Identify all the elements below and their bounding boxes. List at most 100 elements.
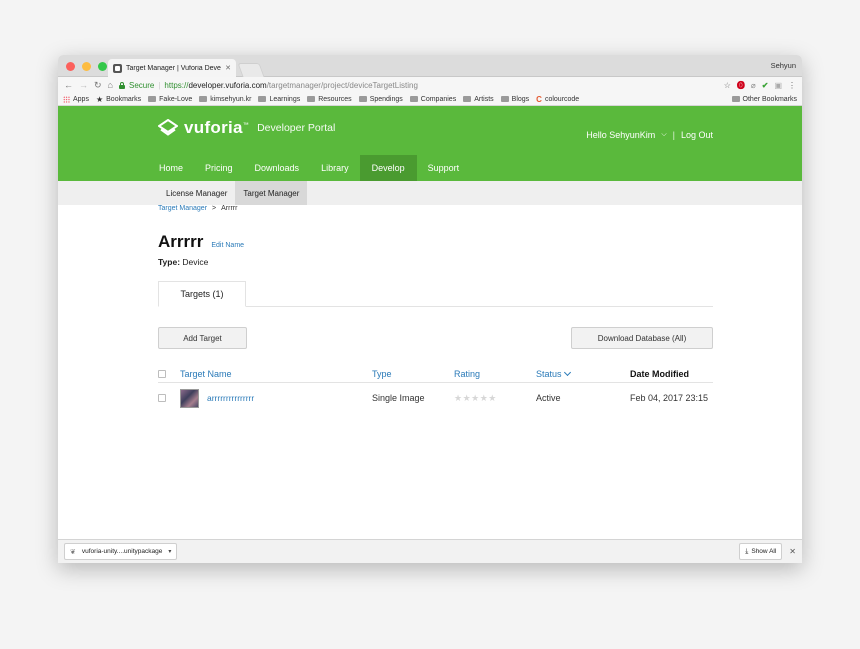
tab-title: Target Manager | Vuforia Develo [126, 64, 222, 72]
folder-icon [500, 96, 509, 102]
minimize-window-button[interactable] [82, 62, 91, 71]
user-greeting[interactable]: Hello SehyunKim [586, 130, 655, 140]
forward-arrow-icon[interactable]: → [79, 80, 88, 90]
checkmark-icon[interactable]: ✔ [762, 81, 769, 90]
bookmark-label: Fake-Love [159, 95, 193, 103]
column-type[interactable]: Type [372, 369, 454, 379]
folder-icon [199, 96, 208, 102]
bookmark-artists[interactable]: Artists [463, 96, 494, 103]
nav-pricing[interactable]: Pricing [194, 155, 244, 181]
logo-wordmark: vuforia [184, 118, 243, 137]
back-arrow-icon[interactable]: ← [64, 80, 73, 90]
folder-icon [358, 96, 367, 102]
bookmark-blogs[interactable]: Blogs [500, 95, 530, 103]
bookmark-bookmarks[interactable]: ★ Bookmarks [96, 95, 141, 104]
reload-icon[interactable]: ↻ [94, 80, 102, 90]
column-date-modified[interactable]: Date Modified [630, 369, 713, 379]
nav-support[interactable]: Support [417, 155, 471, 181]
url-scheme: https:// [164, 80, 189, 90]
nav-library[interactable]: Library [310, 155, 360, 181]
bookmark-companies[interactable]: Companies [409, 95, 457, 103]
tab-targets[interactable]: Targets (1) [158, 281, 246, 307]
column-rating[interactable]: Rating [454, 369, 536, 379]
add-target-button[interactable]: Add Target [158, 327, 247, 349]
row-checkbox[interactable] [158, 394, 166, 402]
close-download-bar-icon[interactable]: ✕ [789, 547, 796, 556]
logout-link[interactable]: Log Out [681, 130, 713, 140]
secure-label: Secure [128, 80, 155, 90]
download-filename: vuforia-unity....unitypackage [81, 548, 163, 555]
select-all-cell [158, 370, 180, 378]
bookmark-resources[interactable]: Resources [307, 96, 352, 103]
chevron-down-icon[interactable]: ⌵ [661, 131, 666, 139]
target-thumbnail[interactable] [180, 388, 199, 408]
bookmark-colourcode[interactable]: Ccolourcode [536, 95, 579, 104]
zoom-window-button[interactable] [98, 62, 107, 71]
close-tab-icon[interactable]: ✕ [225, 64, 231, 72]
user-area: Hello SehyunKim ⌵ | Log Out [586, 130, 713, 140]
bookmark-label: Blogs [511, 95, 530, 103]
breadcrumb-target-manager[interactable]: Target Manager [158, 205, 207, 212]
nav-home[interactable]: Home [148, 155, 194, 181]
star-icon: ★ [95, 94, 104, 104]
show-all-button[interactable]: ⤓ Show All [739, 543, 783, 560]
browser-tab[interactable]: Target Manager | Vuforia Develo ✕ [108, 59, 236, 77]
bookmark-apps[interactable]: Apps [63, 95, 89, 103]
download-bar: ❦ vuforia-unity....unitypackage ▾ ⤓ Show… [58, 539, 802, 563]
paperclip-icon[interactable]: ⌀ [751, 81, 756, 90]
target-rating: ★★★★★ [454, 393, 536, 404]
subnav-license-manager[interactable]: License Manager [158, 181, 235, 205]
lock-icon [118, 81, 125, 89]
menu-dots-icon[interactable]: ⋮ [788, 81, 796, 90]
profile-name[interactable]: Sehyun [771, 61, 796, 70]
database-title-row: Arrrrr Edit Name [158, 232, 713, 252]
vuforia-logo[interactable]: vuforia™ Developer Portal [158, 118, 335, 138]
folder-icon [409, 96, 418, 102]
pinterest-icon[interactable]: ⓿ [737, 80, 745, 91]
column-status[interactable]: Status [536, 368, 630, 379]
target-type: Single Image [372, 393, 425, 403]
column-target-name[interactable]: Target Name [180, 369, 372, 379]
home-icon[interactable]: ⌂ [108, 80, 113, 90]
colourcode-c-icon: C [536, 94, 542, 104]
breadcrumb-separator: > [212, 205, 217, 212]
url-text: https://developer.vuforia.com/targetmana… [164, 81, 417, 90]
bookmark-star-icon[interactable]: ☆ [724, 81, 731, 90]
caret-down-icon[interactable]: ▾ [168, 548, 171, 555]
bookmark-other[interactable]: Other Bookmarks [731, 96, 797, 103]
target-name-cell: arrrrrrrrrrrrrrr [180, 388, 372, 408]
table-row[interactable]: arrrrrrrrrrrrrrr Single Image ★★★★★ Acti… [158, 383, 713, 413]
file-icon: ❦ [70, 548, 76, 556]
database-name: Arrrrr [158, 232, 204, 251]
main-content: Target Manager > Arrrrr Arrrrr Edit Name… [158, 205, 713, 413]
apps-grid-icon [63, 95, 70, 103]
bookmark-fake-love[interactable]: Fake-Love [148, 96, 192, 103]
url-field[interactable]: Secure | https://developer.vuforia.com/t… [118, 80, 718, 90]
new-tab-button[interactable] [237, 63, 265, 77]
bookmark-label: Spendings [369, 95, 403, 103]
close-window-button[interactable] [66, 62, 75, 71]
bookmark-kimsehyun[interactable]: kimsehyun.kr [199, 96, 251, 103]
bookmark-spendings[interactable]: Spendings [358, 95, 403, 103]
chevron-down-icon [563, 368, 571, 377]
edit-name-link[interactable]: Edit Name [211, 242, 244, 249]
nav-develop[interactable]: Develop [359, 155, 417, 181]
vuforia-logo-icon [158, 119, 178, 136]
subnav-target-manager[interactable]: Target Manager [235, 181, 308, 205]
url-path: /targetmanager/project/deviceTargetListi… [266, 80, 418, 90]
url-host: developer.vuforia.com [188, 80, 267, 90]
rating-stars-icon: ★★★★★ [454, 392, 497, 403]
target-name-link[interactable]: arrrrrrrrrrrrrrr [207, 393, 254, 403]
download-item[interactable]: ❦ vuforia-unity....unitypackage ▾ [64, 543, 178, 560]
download-arrow-icon: ⤓ [745, 547, 749, 555]
bookmark-learnings[interactable]: Learnings [258, 96, 300, 103]
sub-nav: License Manager Target Manager [58, 181, 802, 205]
breadcrumb-current: Arrrrr [221, 205, 238, 212]
logo-trademark: ™ [242, 122, 250, 129]
nav-downloads[interactable]: Downloads [244, 155, 311, 181]
download-database-button[interactable]: Download Database (All) [571, 327, 713, 349]
select-all-checkbox[interactable] [158, 370, 166, 378]
divider: | [672, 130, 675, 140]
extension-square-icon[interactable]: ▣ [774, 81, 782, 90]
bookmark-label: Companies [420, 95, 457, 103]
